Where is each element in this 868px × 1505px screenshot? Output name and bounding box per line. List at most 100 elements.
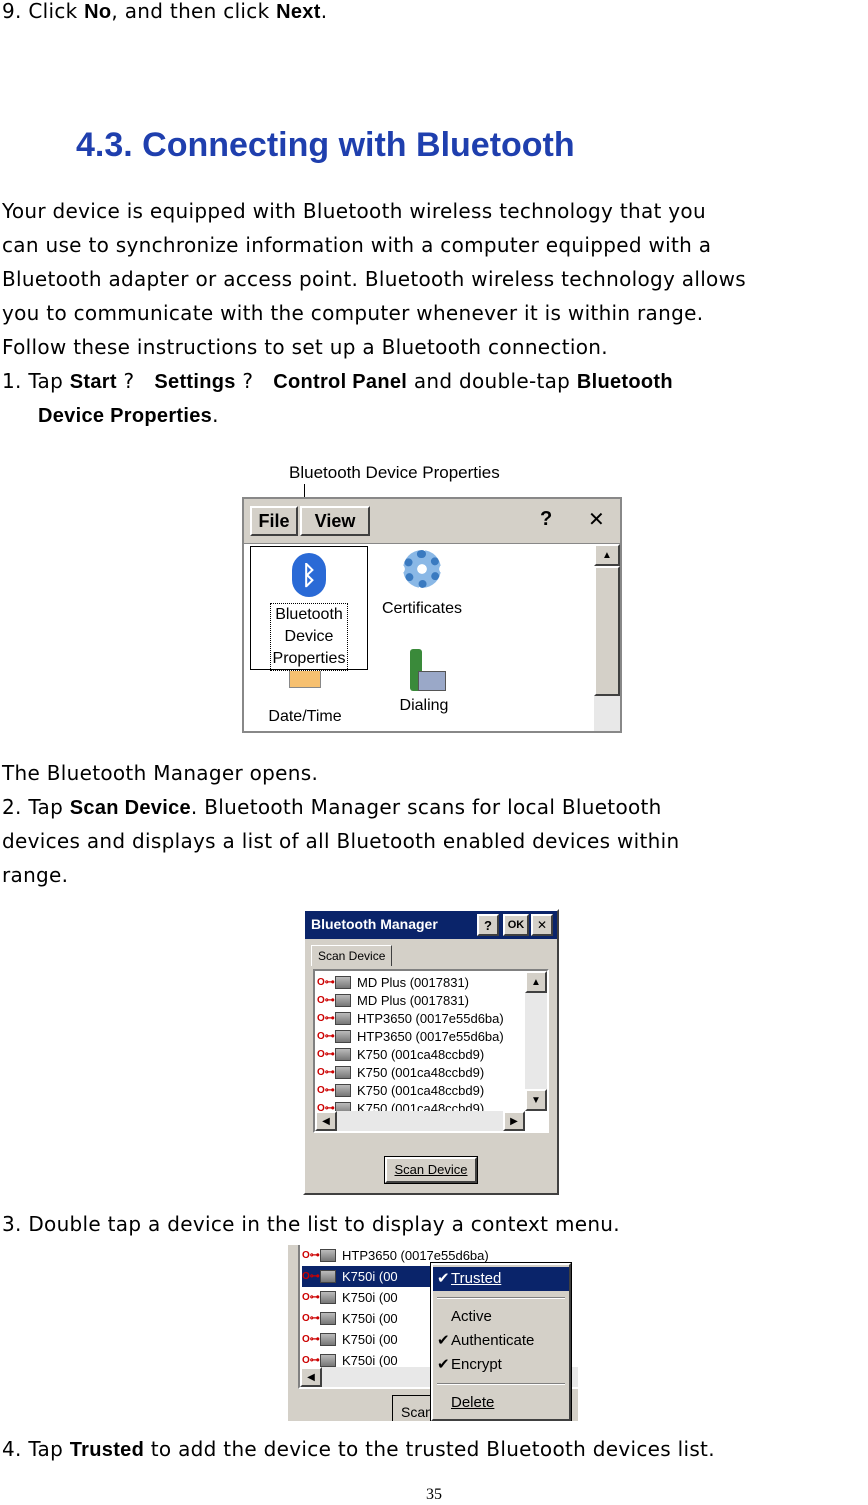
step-1-text-cont: Device Properties.: [38, 403, 219, 427]
menu-file[interactable]: File: [250, 506, 298, 536]
tab-scan-device[interactable]: Scan Device: [311, 945, 393, 966]
section-heading: 4.3. Connecting with Bluetooth: [76, 126, 575, 164]
key-icon: O⊶: [317, 1048, 335, 1060]
context-menu-screenshot: O⊶ HTP3650 (0017e55d6ba) O⊶ K750i (00 O⊶ K750…: [288, 1245, 578, 1421]
device-list[interactable]: O⊶ MD Plus (0017831) O⊶ MD Plus (0017831) O⊶…: [313, 969, 549, 1133]
scroll-left-button[interactable]: ◀: [300, 1367, 322, 1387]
key-icon: O⊶: [317, 976, 335, 988]
scroll-up-button[interactable]: ▲: [594, 544, 620, 566]
callout-label: Bluetooth Device Properties: [289, 463, 500, 482]
device-icon: [320, 1270, 336, 1283]
device-label: HTP3650 (0017e55d6ba): [357, 1028, 504, 1044]
menu-item-authenticate[interactable]: ✔ Authenticate: [433, 1329, 569, 1353]
list-item[interactable]: O⊶ K750 (001ca48ccbd9): [317, 1081, 523, 1099]
item-dialing[interactable]: Dialing: [384, 649, 464, 715]
vertical-scrollbar[interactable]: ▲: [594, 544, 620, 731]
item-label: Certificates: [381, 600, 463, 617]
key-icon: O⊶: [302, 1271, 320, 1282]
device-label: K750i (00: [342, 1311, 398, 1326]
step-3-text: 3. Double tap a device in the list to di…: [2, 1212, 620, 1236]
list-item[interactable]: O⊶ HTP3650 (0017e55d6ba): [317, 1009, 523, 1027]
close-button[interactable]: ✕: [531, 914, 553, 936]
list-item[interactable]: O⊶ K750 (001ca48ccbd9): [317, 1063, 523, 1081]
help-button[interactable]: ?: [477, 914, 499, 936]
list-item[interactable]: O⊶ MD Plus (0017831): [317, 991, 523, 1009]
device-label: K750i (00: [342, 1269, 398, 1284]
device-icon: [320, 1291, 336, 1304]
step-1-text: 1. Tap Start ? Settings ? Control Panel …: [2, 369, 673, 393]
device-label: K750i (00: [342, 1332, 398, 1347]
menu-bar: File View ? ✕: [244, 499, 620, 544]
device-icon: [320, 1312, 336, 1325]
key-icon: O⊶: [317, 1066, 335, 1078]
device-label: K750 (001ca48ccbd9): [357, 1046, 485, 1062]
item-date-time[interactable]: Date/Time: [250, 671, 360, 726]
item-bluetooth-device-properties[interactable]: ᛒ Bluetooth Device Properties: [250, 546, 368, 671]
device-label: HTP3650 (0017e55d6ba): [342, 1248, 489, 1263]
intro-line: you to communicate with the computer whe…: [2, 301, 704, 325]
key-icon: O⊶: [302, 1334, 320, 1345]
window-title: Bluetooth Manager: [311, 916, 438, 932]
vertical-scrollbar[interactable]: ▲ ▼: [525, 971, 547, 1111]
step-2-text-cont: devices and displays a list of all Bluet…: [2, 829, 680, 853]
check-icon: ✔: [437, 1270, 450, 1287]
help-button[interactable]: ?: [540, 508, 552, 531]
menu-separator: [437, 1383, 565, 1385]
menu-item-delete[interactable]: Delete: [433, 1391, 569, 1415]
item-label: Device: [284, 628, 334, 645]
item-label: Properties: [272, 650, 346, 667]
device-label: K750i (00: [342, 1290, 398, 1305]
device-icon: [335, 1065, 351, 1079]
key-icon: O⊶: [317, 1012, 335, 1024]
check-icon: ✔: [437, 1356, 450, 1373]
menu-item-trusted[interactable]: ✔ Trusted: [433, 1267, 569, 1291]
bluetooth-icon: ᛒ: [292, 553, 326, 597]
scroll-thumb[interactable]: [594, 566, 620, 696]
list-item[interactable]: O⊶ K750 (001ca48ccbd9): [317, 1045, 523, 1063]
ok-button[interactable]: OK: [503, 914, 529, 936]
scroll-down-button[interactable]: ▼: [525, 1089, 547, 1111]
list-item[interactable]: O⊶ HTP3650 (0017e55d6ba): [317, 1027, 523, 1045]
horizontal-scrollbar[interactable]: ◀ ▶: [315, 1111, 525, 1131]
step-2-text: 2. Tap Scan Device. Bluetooth Manager sc…: [2, 795, 662, 819]
list-item[interactable]: O⊶ MD Plus (0017831): [317, 973, 523, 991]
scan-device-button[interactable]: Scan Device: [384, 1156, 478, 1184]
bluetooth-manager-window: Bluetooth Manager ? OK ✕ Scan Device O⊶ M…: [303, 909, 559, 1195]
key-icon: O⊶: [302, 1250, 320, 1261]
key-icon: O⊶: [317, 1084, 335, 1096]
control-panel-window: File View ? ✕ ▲ ᛒ Bluetooth Device Prope…: [242, 497, 622, 733]
scroll-left-button[interactable]: ◀: [315, 1111, 337, 1131]
item-label: Bluetooth: [275, 606, 343, 623]
device-icon: [335, 1029, 351, 1043]
scroll-up-button[interactable]: ▲: [525, 971, 547, 993]
device-icon: [320, 1249, 336, 1262]
step-9-text: 9. Click No, and then click Next.: [2, 0, 328, 23]
device-label: K750i (00: [342, 1353, 398, 1368]
menu-view[interactable]: View: [300, 506, 370, 536]
manager-opens-text: The Bluetooth Manager opens.: [2, 761, 319, 785]
device-icon: [335, 1011, 351, 1025]
context-menu: ✔ Trusted Active ✔ Authenticate ✔ Encrypt D…: [430, 1262, 572, 1421]
phone-icon: [404, 649, 446, 693]
close-button[interactable]: ✕: [588, 507, 605, 532]
gear-icon: [403, 550, 441, 588]
menu-item-active[interactable]: Active: [433, 1305, 569, 1329]
key-icon: O⊶: [317, 1030, 335, 1042]
device-label: K750 (001ca48ccbd9): [357, 1082, 485, 1098]
device-icon: [335, 1047, 351, 1061]
menu-item-encrypt[interactable]: ✔ Encrypt: [433, 1353, 569, 1377]
step-2-text-cont: range.: [2, 863, 69, 887]
item-certificates[interactable]: Certificates: [372, 546, 472, 618]
device-label: MD Plus (0017831): [357, 974, 469, 990]
page-number: 35: [426, 1486, 442, 1503]
scroll-right-button[interactable]: ▶: [503, 1111, 525, 1131]
device-label: MD Plus (0017831): [357, 992, 469, 1008]
intro-line: can use to synchronize information with …: [2, 233, 712, 257]
item-label: Dialing: [399, 697, 449, 714]
title-bar: Bluetooth Manager ? OK ✕: [305, 911, 557, 939]
device-icon: [335, 1083, 351, 1097]
calendar-icon: [289, 671, 321, 688]
device-icon: [335, 993, 351, 1007]
menu-separator: [437, 1297, 565, 1299]
device-icon: [320, 1333, 336, 1346]
